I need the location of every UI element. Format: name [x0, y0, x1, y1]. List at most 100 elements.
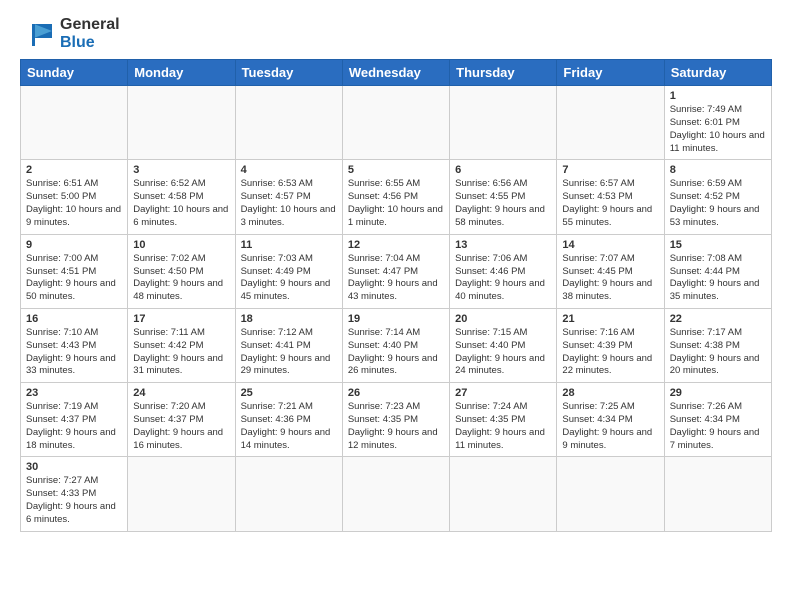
day-info: Sunrise: 7:16 AM Sunset: 4:39 PM Dayligh… — [562, 327, 658, 378]
calendar-week-row: 16 Sunrise: 7:10 AM Sunset: 4:43 PM Dayli… — [21, 308, 772, 382]
page: General Blue SundayMondayTuesdayWednesda… — [0, 0, 792, 542]
day-info: Sunrise: 7:15 AM Sunset: 4:40 PM Dayligh… — [455, 327, 551, 378]
calendar-cell: 28 Sunrise: 7:25 AM Sunset: 4:34 PM Dayli… — [557, 383, 664, 457]
day-info: Sunrise: 6:53 AM Sunset: 4:57 PM Dayligh… — [241, 178, 337, 229]
day-info: Sunrise: 7:20 AM Sunset: 4:37 PM Dayligh… — [133, 401, 229, 452]
calendar-cell: 3Sunrise: 6:52 AM Sunset: 4:58 PM Daylig… — [128, 160, 235, 234]
day-number: 5 — [348, 164, 444, 176]
day-number: 7 — [562, 164, 658, 176]
day-number: 16 — [26, 313, 122, 325]
calendar-header-thursday: Thursday — [450, 60, 557, 86]
day-number: 17 — [133, 313, 229, 325]
header: General Blue — [20, 16, 772, 51]
calendar-header-saturday: Saturday — [664, 60, 771, 86]
day-info: Sunrise: 7:24 AM Sunset: 4:35 PM Dayligh… — [455, 401, 551, 452]
day-info: Sunrise: 7:10 AM Sunset: 4:43 PM Dayligh… — [26, 327, 122, 378]
day-info: Sunrise: 7:00 AM Sunset: 4:51 PM Dayligh… — [26, 253, 122, 304]
calendar-cell: 4Sunrise: 6:53 AM Sunset: 4:57 PM Daylig… — [235, 160, 342, 234]
calendar-cell: 21Sunrise: 7:16 AM Sunset: 4:39 PM Dayli… — [557, 308, 664, 382]
calendar-week-row: 2 Sunrise: 6:51 AM Sunset: 5:00 PM Daylig… — [21, 160, 772, 234]
calendar-cell: 10Sunrise: 7:02 AM Sunset: 4:50 PM Dayli… — [128, 234, 235, 308]
day-number: 6 — [455, 164, 551, 176]
calendar-cell: 19 Sunrise: 7:14 AM Sunset: 4:40 PM Dayli… — [342, 308, 449, 382]
calendar-header-sunday: Sunday — [21, 60, 128, 86]
calendar-cell: 1 Sunrise: 7:49 AM Sunset: 6:01 PM Daylig… — [664, 86, 771, 160]
day-number: 13 — [455, 239, 551, 251]
day-info: Sunrise: 7:25 AM Sunset: 4:34 PM Dayligh… — [562, 401, 658, 452]
calendar-cell — [664, 457, 771, 531]
calendar-cell: 27 Sunrise: 7:24 AM Sunset: 4:35 PM Dayli… — [450, 383, 557, 457]
calendar-cell — [450, 86, 557, 160]
calendar-cell: 9 Sunrise: 7:00 AM Sunset: 4:51 PM Daylig… — [21, 234, 128, 308]
calendar-header-friday: Friday — [557, 60, 664, 86]
calendar-cell: 20Sunrise: 7:15 AM Sunset: 4:40 PM Dayli… — [450, 308, 557, 382]
calendar-week-row: 9 Sunrise: 7:00 AM Sunset: 4:51 PM Daylig… — [21, 234, 772, 308]
calendar-cell — [128, 86, 235, 160]
calendar-header-row: SundayMondayTuesdayWednesdayThursdayFrid… — [21, 60, 772, 86]
day-number: 8 — [670, 164, 766, 176]
day-info: Sunrise: 7:02 AM Sunset: 4:50 PM Dayligh… — [133, 253, 229, 304]
day-info: Sunrise: 6:59 AM Sunset: 4:52 PM Dayligh… — [670, 178, 766, 229]
day-number: 19 — [348, 313, 444, 325]
day-number: 25 — [241, 387, 337, 399]
calendar-cell: 26 Sunrise: 7:23 AM Sunset: 4:35 PM Dayli… — [342, 383, 449, 457]
day-number: 29 — [670, 387, 766, 399]
day-info: Sunrise: 7:23 AM Sunset: 4:35 PM Dayligh… — [348, 401, 444, 452]
calendar-table: SundayMondayTuesdayWednesdayThursdayFrid… — [20, 59, 772, 532]
day-number: 2 — [26, 164, 122, 176]
generalblue-logo-icon — [20, 20, 56, 48]
calendar-cell: 25 Sunrise: 7:21 AM Sunset: 4:36 PM Dayli… — [235, 383, 342, 457]
calendar-header-tuesday: Tuesday — [235, 60, 342, 86]
day-number: 30 — [26, 461, 122, 473]
day-info: Sunrise: 7:12 AM Sunset: 4:41 PM Dayligh… — [241, 327, 337, 378]
day-info: Sunrise: 7:07 AM Sunset: 4:45 PM Dayligh… — [562, 253, 658, 304]
day-number: 28 — [562, 387, 658, 399]
calendar-week-row: 30 Sunrise: 7:27 AM Sunset: 4:33 PM Dayli… — [21, 457, 772, 531]
day-number: 24 — [133, 387, 229, 399]
day-number: 11 — [241, 239, 337, 251]
calendar-cell: 14 Sunrise: 7:07 AM Sunset: 4:45 PM Dayli… — [557, 234, 664, 308]
calendar-cell: 23 Sunrise: 7:19 AM Sunset: 4:37 PM Dayli… — [21, 383, 128, 457]
calendar-cell: 18 Sunrise: 7:12 AM Sunset: 4:41 PM Dayli… — [235, 308, 342, 382]
day-number: 22 — [670, 313, 766, 325]
day-info: Sunrise: 7:19 AM Sunset: 4:37 PM Dayligh… — [26, 401, 122, 452]
day-info: Sunrise: 6:55 AM Sunset: 4:56 PM Dayligh… — [348, 178, 444, 229]
calendar-cell — [450, 457, 557, 531]
calendar-cell: 15 Sunrise: 7:08 AM Sunset: 4:44 PM Dayli… — [664, 234, 771, 308]
day-number: 18 — [241, 313, 337, 325]
calendar-cell: 2 Sunrise: 6:51 AM Sunset: 5:00 PM Daylig… — [21, 160, 128, 234]
calendar-cell: 8 Sunrise: 6:59 AM Sunset: 4:52 PM Daylig… — [664, 160, 771, 234]
day-number: 14 — [562, 239, 658, 251]
day-number: 12 — [348, 239, 444, 251]
day-number: 26 — [348, 387, 444, 399]
day-info: Sunrise: 6:57 AM Sunset: 4:53 PM Dayligh… — [562, 178, 658, 229]
day-info: Sunrise: 6:51 AM Sunset: 5:00 PM Dayligh… — [26, 178, 122, 229]
day-number: 3 — [133, 164, 229, 176]
day-info: Sunrise: 7:04 AM Sunset: 4:47 PM Dayligh… — [348, 253, 444, 304]
day-number: 9 — [26, 239, 122, 251]
day-number: 1 — [670, 90, 766, 102]
day-info: Sunrise: 7:14 AM Sunset: 4:40 PM Dayligh… — [348, 327, 444, 378]
calendar-header-monday: Monday — [128, 60, 235, 86]
day-number: 15 — [670, 239, 766, 251]
calendar-cell — [21, 86, 128, 160]
day-info: Sunrise: 7:26 AM Sunset: 4:34 PM Dayligh… — [670, 401, 766, 452]
calendar-cell — [557, 457, 664, 531]
calendar-cell: 11Sunrise: 7:03 AM Sunset: 4:49 PM Dayli… — [235, 234, 342, 308]
calendar-cell: 29 Sunrise: 7:26 AM Sunset: 4:34 PM Dayli… — [664, 383, 771, 457]
calendar-cell — [128, 457, 235, 531]
logo: General Blue — [20, 16, 120, 51]
calendar-cell — [235, 457, 342, 531]
calendar-week-row: 23 Sunrise: 7:19 AM Sunset: 4:37 PM Dayli… — [21, 383, 772, 457]
day-info: Sunrise: 7:27 AM Sunset: 4:33 PM Dayligh… — [26, 475, 122, 526]
day-info: Sunrise: 7:49 AM Sunset: 6:01 PM Dayligh… — [670, 104, 766, 155]
day-info: Sunrise: 7:08 AM Sunset: 4:44 PM Dayligh… — [670, 253, 766, 304]
calendar-cell: 16 Sunrise: 7:10 AM Sunset: 4:43 PM Dayli… — [21, 308, 128, 382]
calendar-cell — [235, 86, 342, 160]
day-info: Sunrise: 7:06 AM Sunset: 4:46 PM Dayligh… — [455, 253, 551, 304]
calendar-cell: 30 Sunrise: 7:27 AM Sunset: 4:33 PM Dayli… — [21, 457, 128, 531]
calendar-cell — [342, 86, 449, 160]
day-info: Sunrise: 7:21 AM Sunset: 4:36 PM Dayligh… — [241, 401, 337, 452]
day-number: 27 — [455, 387, 551, 399]
day-number: 23 — [26, 387, 122, 399]
